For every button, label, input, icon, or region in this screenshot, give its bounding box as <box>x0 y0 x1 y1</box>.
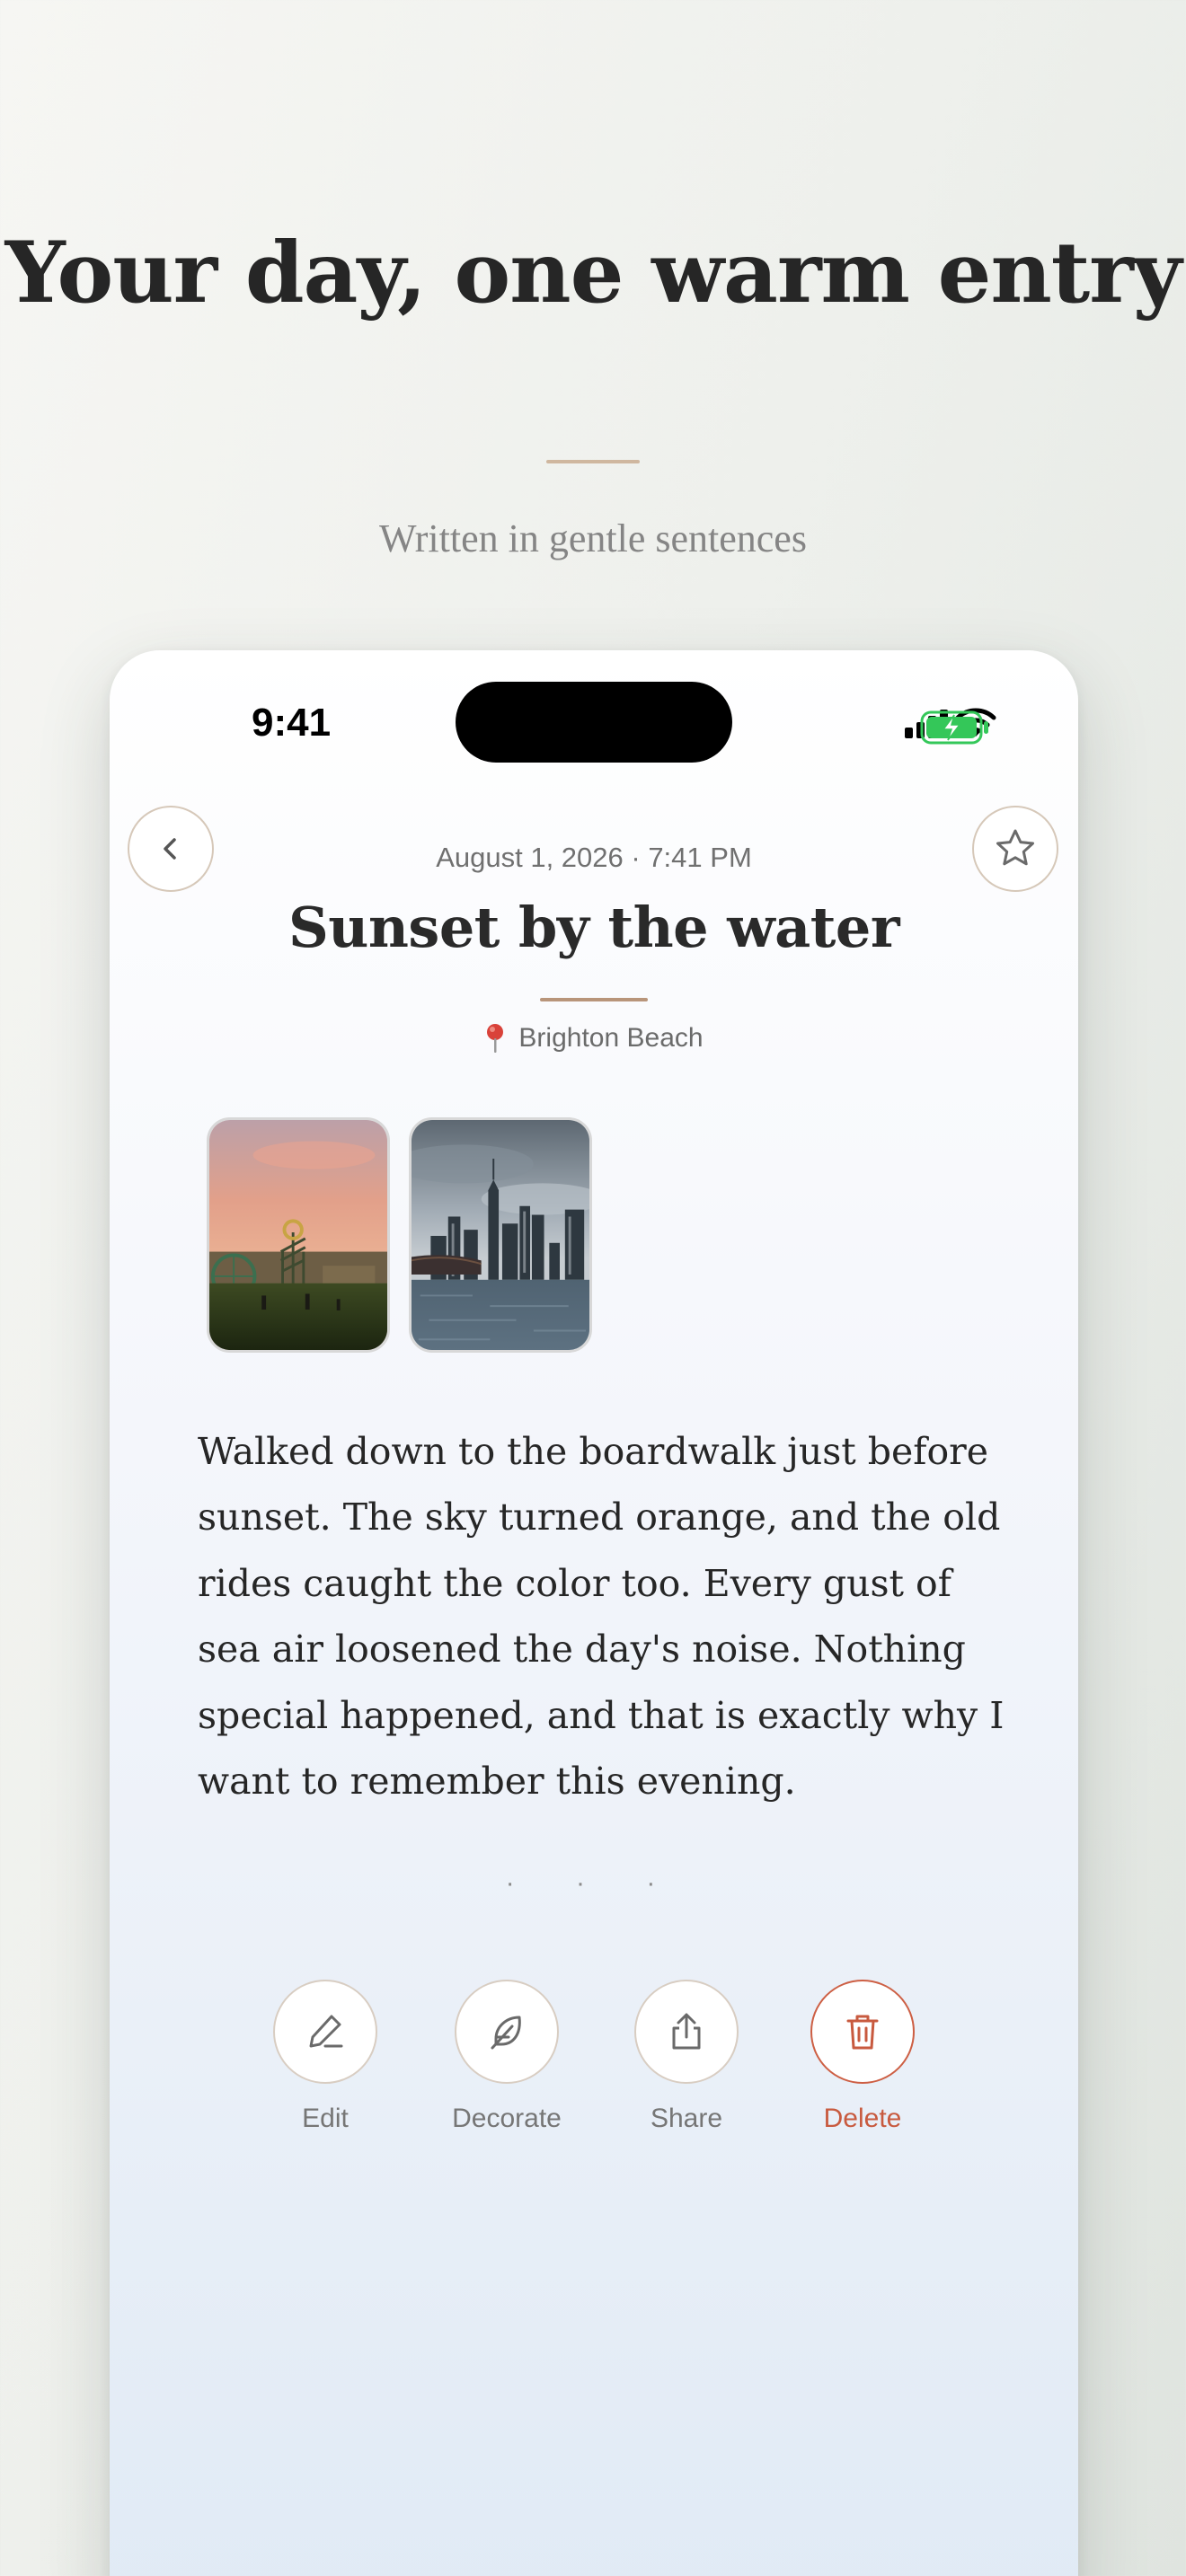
entry-datetime: August 1, 2026 · 7:41 PM <box>436 842 752 873</box>
share-action[interactable]: Share <box>615 1980 758 2134</box>
share-icon <box>672 2013 701 2050</box>
delete-label: Delete <box>823 2104 902 2133</box>
edit-button[interactable] <box>273 1980 377 2084</box>
entry-location[interactable]: Brighton Beach <box>110 1020 1078 1056</box>
share-button[interactable] <box>634 1980 739 2084</box>
pencil-icon <box>309 2015 343 2048</box>
share-label: Share <box>650 2104 723 2133</box>
entry-divider <box>540 998 648 1001</box>
amusement-park-sunset-photo[interactable] <box>207 1117 390 1353</box>
phone-screen: 9:41 August 1, 2026 · 7:41 PM Sunset by … <box>110 650 1078 2576</box>
location-label: Brighton Beach <box>518 1023 704 1053</box>
section-separator: · · · <box>505 1868 683 1898</box>
edit-action[interactable]: Edit <box>253 1980 397 2134</box>
hero-subtitle: Written in gentle sentences <box>379 516 807 560</box>
dynamic-island <box>456 682 732 763</box>
edit-label: Edit <box>302 2104 349 2133</box>
hero-title: Your day, one warm entry <box>4 224 1182 322</box>
feather-icon <box>491 2016 521 2050</box>
entry-title: Sunset by the water <box>288 895 900 960</box>
status-time: 9:41 <box>252 701 332 745</box>
decorate-action[interactable]: Decorate <box>435 1980 579 2134</box>
battery-charging-icon <box>920 710 988 745</box>
hero-divider <box>546 460 640 463</box>
map-pin-icon <box>487 1024 504 1053</box>
city-skyline-river-photo[interactable] <box>409 1117 592 1353</box>
delete-action[interactable]: Delete <box>791 1980 934 2134</box>
decorate-button[interactable] <box>455 1980 559 2084</box>
entry-body: Walked down to the boardwalk just before… <box>198 1430 1005 1804</box>
trash-icon <box>846 2015 879 2050</box>
decorate-label: Decorate <box>452 2104 562 2133</box>
delete-button[interactable] <box>810 1980 915 2084</box>
